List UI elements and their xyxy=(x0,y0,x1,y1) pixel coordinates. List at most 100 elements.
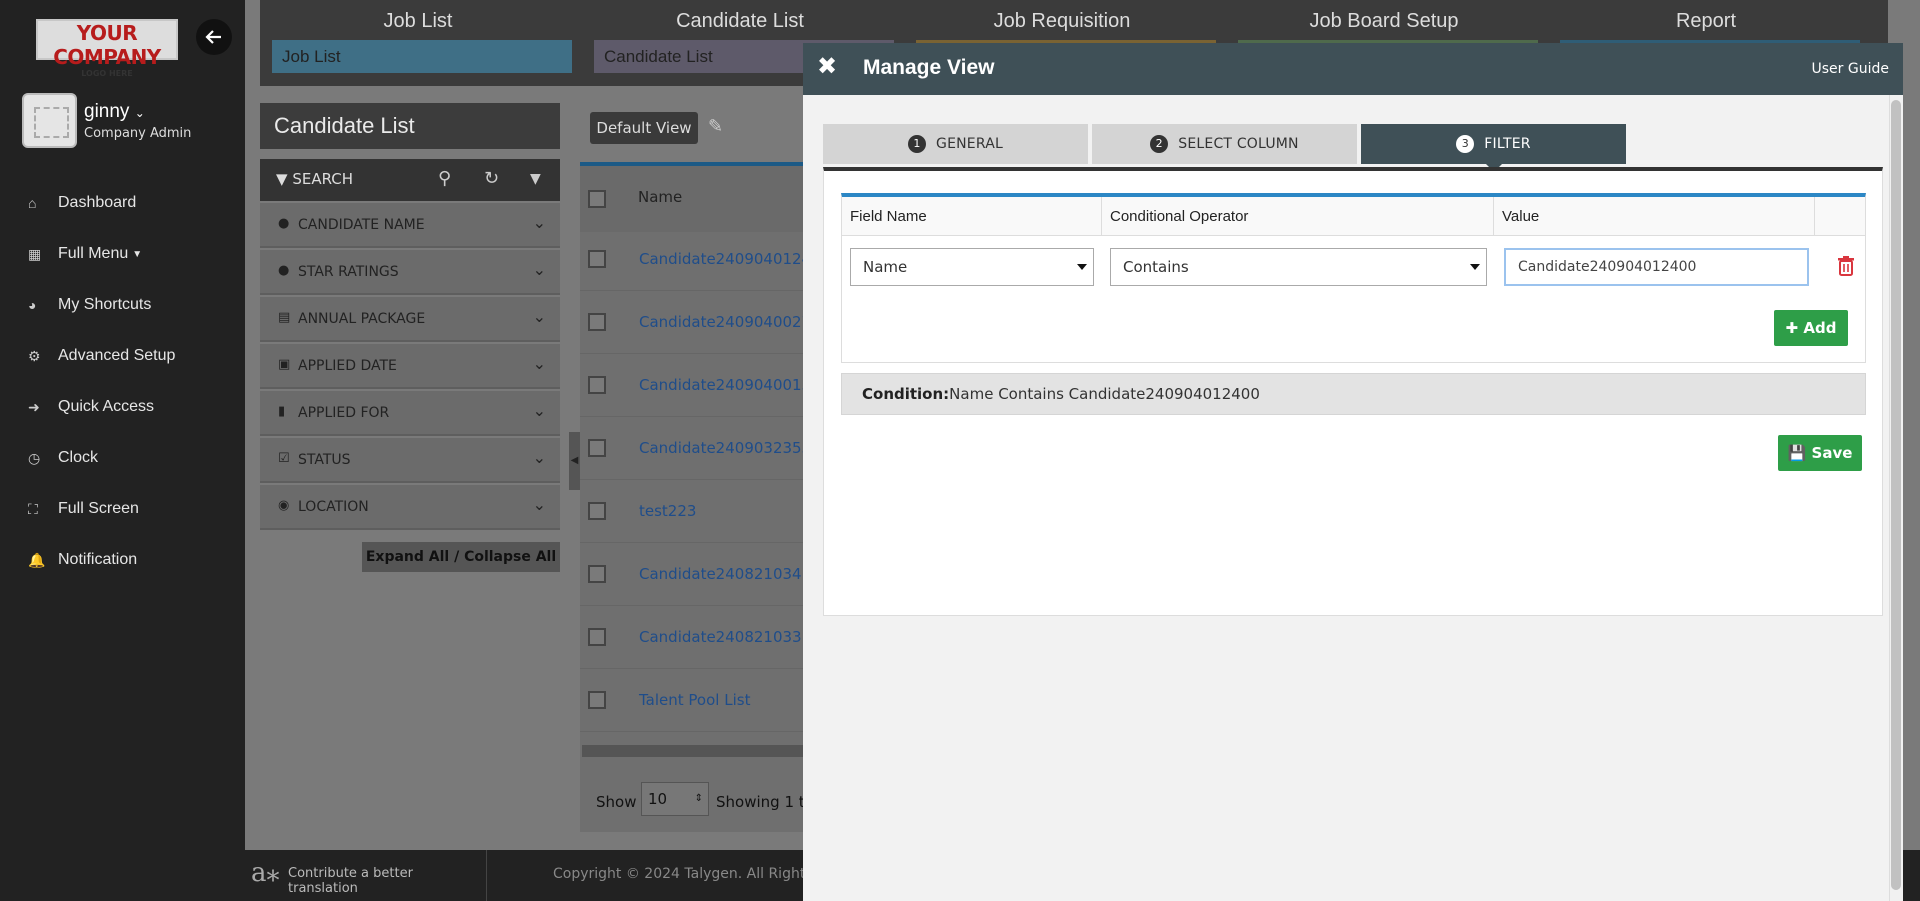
nav-label: My Shortcuts xyxy=(58,296,152,313)
candidate-link[interactable]: Candidate240904002750 xyxy=(639,313,830,331)
filter-candidate-name[interactable]: ● CANDIDATE NAME ⌄ xyxy=(260,203,560,248)
add-condition-button[interactable]: ✚ Add xyxy=(1774,310,1848,346)
nav-clock[interactable]: ◷ Clock xyxy=(28,443,238,473)
chevron-down-icon: ⌄ xyxy=(532,307,546,326)
candidate-link[interactable]: Candidate240904012400 xyxy=(639,250,830,268)
tab-general[interactable]: 1 GENERAL xyxy=(823,124,1088,164)
plus-icon: ✚ xyxy=(1785,319,1799,337)
candidate-link[interactable]: Candidate240821033125 xyxy=(639,628,830,646)
candidate-link[interactable]: Candidate240904001550 xyxy=(639,376,830,394)
search-icon[interactable]: ⚲ xyxy=(438,168,451,189)
nav-label: Dashboard xyxy=(58,194,137,211)
filter-status[interactable]: ☑ STATUS ⌄ xyxy=(260,438,560,483)
refresh-icon[interactable]: ↻ xyxy=(484,168,499,189)
user-icon: ● xyxy=(278,263,290,278)
select-all-checkbox[interactable] xyxy=(588,190,606,208)
filter-table-header: Field Name Conditional Operator Value xyxy=(842,197,1865,236)
modal-header: ✖ Manage View User Guide xyxy=(803,43,1903,95)
candidate-link[interactable]: Candidate240821034150 xyxy=(639,565,830,583)
filter-applied-date[interactable]: ▣ APPLIED DATE ⌄ xyxy=(260,344,560,389)
row-checkbox[interactable] xyxy=(588,565,606,583)
filter-annual-package[interactable]: ▤ ANNUAL PACKAGE ⌄ xyxy=(260,297,560,342)
row-checkbox[interactable] xyxy=(588,691,606,709)
nav-full-screen[interactable]: ⛶ Full Screen xyxy=(28,494,238,524)
search-toggle[interactable]: ▼ SEARCH xyxy=(276,170,353,188)
table-row: Candidate240904001550 xyxy=(580,354,830,417)
operator-select[interactable]: Contains xyxy=(1110,248,1487,286)
expand-icon: ⛶ xyxy=(28,500,38,517)
filter-label: APPLIED FOR xyxy=(298,405,390,421)
expand-collapse-button[interactable]: Expand All / Collapse All xyxy=(362,542,560,572)
tab-select-column[interactable]: 2 SELECT COLUMN xyxy=(1092,124,1357,164)
caret-down-icon xyxy=(1077,264,1087,270)
user-guide-link[interactable]: User Guide xyxy=(1812,61,1889,77)
nav-label: Notification xyxy=(58,551,138,568)
chevron-down-icon: ⌄ xyxy=(532,213,546,232)
row-checkbox[interactable] xyxy=(588,376,606,394)
candidate-link[interactable]: test223 xyxy=(639,502,696,520)
nav-dashboard[interactable]: ⌂ Dashboard xyxy=(28,188,238,218)
chevron-down-icon: ⌄ xyxy=(532,260,546,279)
nav-full-menu[interactable]: ▦ Full Menu ▼ xyxy=(28,239,238,269)
tab-title: Job List xyxy=(383,10,453,32)
default-view-button[interactable]: Default View xyxy=(590,112,698,144)
filter-location[interactable]: ◉ LOCATION ⌄ xyxy=(260,485,560,530)
company-logo[interactable]: YOUR COMPANY LOGO HERE xyxy=(36,19,178,78)
row-checkbox[interactable] xyxy=(588,250,606,268)
user-profile[interactable]: ginny ⌄ Company Admin xyxy=(22,93,242,153)
value-input[interactable] xyxy=(1504,248,1809,286)
save-button[interactable]: 💾 Save xyxy=(1778,435,1862,471)
field-name-select[interactable]: Name xyxy=(850,248,1094,286)
panel-splitter[interactable]: ◀ xyxy=(569,432,580,490)
logo-subtext: LOGO HERE xyxy=(81,69,133,78)
save-label: Save xyxy=(1811,444,1853,462)
row-checkbox[interactable] xyxy=(588,439,606,457)
calendar-icon: ▣ xyxy=(278,357,291,372)
filter-applied-for[interactable]: ▮ APPLIED FOR ⌄ xyxy=(260,391,560,436)
user-icon: ● xyxy=(278,216,290,231)
filter-label: ANNUAL PACKAGE xyxy=(298,311,426,327)
nav-label: Quick Access xyxy=(58,398,155,415)
value-header: Value xyxy=(1494,197,1815,236)
table-row: Candidate240821034150 xyxy=(580,543,830,606)
search-label: SEARCH xyxy=(292,170,354,188)
close-icon[interactable]: ✖ xyxy=(817,52,837,80)
nav-my-shortcuts[interactable]: ◕ My Shortcuts xyxy=(28,290,238,320)
modal-scrollbar[interactable] xyxy=(1889,95,1903,901)
check-square-icon: ☑ xyxy=(278,451,290,466)
table-row: Candidate240904012400 xyxy=(580,228,830,291)
user-name: ginny xyxy=(84,101,130,122)
filter-star-ratings[interactable]: ● STAR RATINGS ⌄ xyxy=(260,250,560,295)
horizontal-scrollbar[interactable] xyxy=(582,745,804,757)
user-role: Company Admin xyxy=(84,126,192,141)
field-name-header: Field Name xyxy=(842,197,1102,236)
row-checkbox[interactable] xyxy=(588,628,606,646)
avatar xyxy=(22,93,77,148)
user-menu-toggle[interactable]: ginny ⌄ xyxy=(84,101,145,123)
translate-link[interactable]: a⁎ Contribute a better translation xyxy=(245,850,487,901)
arrow-left-icon xyxy=(205,30,221,44)
row-checkbox[interactable] xyxy=(588,502,606,520)
condition-summary: Condition:Name Contains Candidate2409040… xyxy=(841,373,1866,415)
home-icon: ⌂ xyxy=(28,195,37,211)
edit-icon[interactable]: ✎ xyxy=(708,116,723,137)
step-number: 1 xyxy=(908,135,927,153)
candidate-link[interactable]: Candidate240903235510 xyxy=(639,439,830,457)
tab-filter[interactable]: 3 FILTER xyxy=(1361,124,1626,172)
page-size-select[interactable]: 10 ⇕ xyxy=(641,782,709,816)
operator-value: Contains xyxy=(1123,258,1189,276)
condition-text: Name Contains Candidate240904012400 xyxy=(949,385,1260,403)
nav-quick-access[interactable]: ➜ Quick Access xyxy=(28,392,238,422)
candidate-link[interactable]: Talent Pool List xyxy=(639,691,750,709)
row-checkbox[interactable] xyxy=(588,313,606,331)
column-name-header[interactable]: Name xyxy=(638,188,682,206)
tab-title: Report xyxy=(1675,10,1737,32)
caret-down-icon[interactable]: ▼ xyxy=(530,171,541,187)
scrollbar-thumb[interactable] xyxy=(1891,100,1901,890)
step-number: 2 xyxy=(1150,135,1169,153)
nav-notification[interactable]: 🔔 Notification xyxy=(28,545,238,575)
tab-job-list[interactable]: Job List Job List xyxy=(260,0,576,86)
collapse-sidebar-button[interactable] xyxy=(196,19,232,55)
trash-icon[interactable] xyxy=(1835,255,1857,277)
nav-advanced-setup[interactable]: ⚙ Advanced Setup xyxy=(28,341,238,371)
